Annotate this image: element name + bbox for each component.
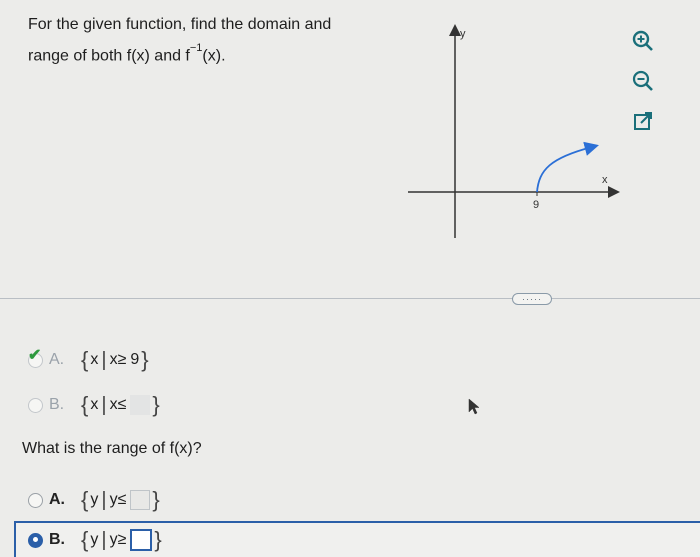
inverse-superscript: −1 — [189, 42, 203, 54]
option-letter: A. — [49, 351, 65, 368]
answer-value: 9 — [130, 351, 140, 368]
radio-button[interactable] — [28, 397, 43, 413]
set-variable: x — [90, 351, 99, 368]
range-question: What is the range of f(x)? — [22, 440, 202, 457]
set-notation: { x | x≤ } — [81, 392, 160, 417]
set-notation: { x | x≥ 9 } — [81, 347, 149, 372]
answer-box[interactable] — [130, 395, 151, 415]
set-variable: x — [90, 396, 99, 413]
x-axis-label: x — [602, 174, 608, 186]
domain-option-b[interactable]: B. { x | x≤ } — [28, 392, 162, 418]
set-notation: { y | y≥ } — [81, 527, 162, 552]
option-letter: B. — [49, 396, 65, 413]
zoom-in-icon[interactable] — [628, 26, 658, 56]
zoom-out-icon[interactable] — [628, 66, 658, 96]
function-curve — [536, 141, 599, 193]
radio-button[interactable] — [28, 492, 43, 508]
set-variable: y — [90, 491, 99, 508]
radio-button-selected[interactable] — [28, 532, 43, 548]
set-notation: { y | y≤ } — [81, 487, 160, 512]
expand-more-button[interactable]: ····· — [512, 293, 552, 305]
mouse-cursor-icon — [468, 398, 480, 415]
answer-box[interactable] — [130, 490, 151, 510]
set-variable: y — [90, 531, 99, 548]
set-relation: y≤ — [109, 491, 127, 508]
set-relation: x≤ — [109, 396, 127, 413]
range-option-a[interactable]: A. { y | y≤ } — [28, 487, 162, 513]
section-divider — [0, 298, 700, 299]
option-letter: A. — [49, 491, 65, 508]
option-letter: B. — [49, 531, 65, 548]
graph-tools — [628, 26, 662, 146]
x-tick-label: 9 — [533, 199, 539, 211]
range-option-b[interactable]: B. { y | y≥ } — [28, 527, 164, 553]
answer-box-active[interactable] — [130, 529, 153, 551]
correct-check-icon: ✔ — [28, 347, 42, 364]
question-text: For the given function, find the domain … — [28, 12, 388, 69]
set-relation: x≥ — [109, 351, 127, 368]
set-relation: y≥ — [109, 531, 127, 548]
function-graph: y x 9 — [408, 24, 620, 238]
domain-option-a[interactable]: ✔ A. { x | x≥ 9 } — [28, 347, 151, 373]
y-axis-label: y — [460, 28, 466, 40]
question-line-2: range of both f(x) and f−1(x). — [28, 42, 226, 65]
external-link-icon[interactable] — [628, 106, 658, 136]
question-line-1: For the given function, find the domain … — [28, 16, 332, 33]
